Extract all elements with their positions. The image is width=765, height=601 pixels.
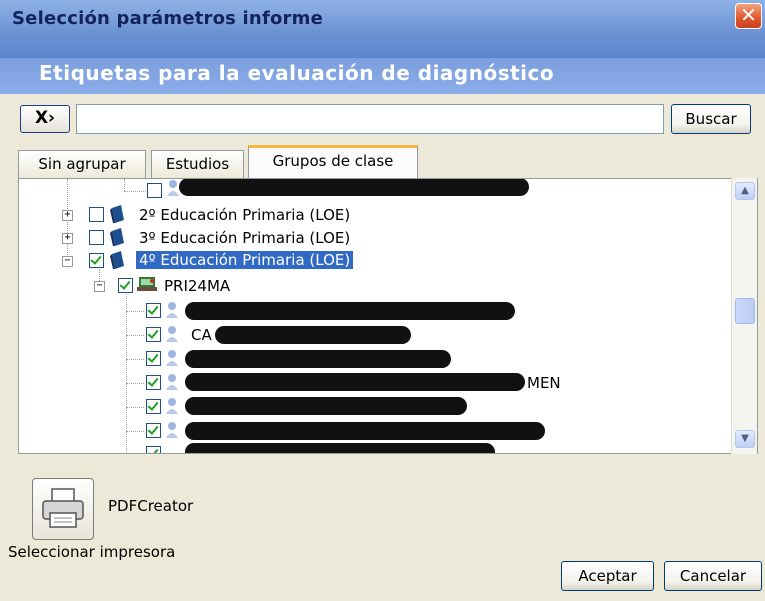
book-icon xyxy=(109,204,125,228)
chevron-down-icon: ▼ xyxy=(741,433,749,444)
tree-item-student[interactable] xyxy=(19,420,729,442)
cancel-button[interactable]: Cancelar xyxy=(664,561,762,591)
tree-checkbox[interactable] xyxy=(146,303,161,318)
tree-item-label: 2º Educación Primaria (LOE) xyxy=(139,206,351,224)
tree-item-pri24ma[interactable]: − PRI24MA xyxy=(19,275,729,297)
close-button[interactable]: ✕ xyxy=(735,3,762,29)
person-icon xyxy=(166,179,180,197)
tab-estudios[interactable]: Estudios xyxy=(151,150,244,178)
tree-item-label: 3º Educación Primaria (LOE) xyxy=(139,229,351,247)
person-icon xyxy=(165,421,179,443)
printer-icon xyxy=(40,487,86,535)
accept-button[interactable]: Aceptar xyxy=(561,561,654,591)
chevron-up-icon: ▲ xyxy=(741,185,749,196)
tree-item-student[interactable] xyxy=(19,396,729,418)
scroll-down-button[interactable]: ▼ xyxy=(735,430,755,448)
scroll-thumb[interactable] xyxy=(735,298,755,324)
tree-checkbox[interactable] xyxy=(89,207,104,222)
tab-grupos-de-clase[interactable]: Grupos de clase xyxy=(248,145,418,178)
class-groups-tree[interactable]: + 2º Educación Primaria (LOE) + 3º Educa… xyxy=(18,178,758,454)
tree-checkbox[interactable] xyxy=(146,375,161,390)
tree-checkbox[interactable] xyxy=(146,327,161,342)
expand-toggle[interactable]: + xyxy=(62,210,73,221)
redacted-name xyxy=(215,326,411,344)
book-icon xyxy=(109,227,125,251)
select-printer-label: Seleccionar impresora xyxy=(8,543,176,561)
tree-item-student[interactable] xyxy=(19,348,729,370)
tree-item-4-primaria[interactable]: − 4º Educación Primaria (LOE) xyxy=(19,250,729,272)
redacted-name xyxy=(185,302,515,320)
tree-checkbox[interactable] xyxy=(118,278,133,293)
collapse-toggle[interactable]: − xyxy=(62,256,73,267)
tree-checkbox[interactable] xyxy=(89,230,104,245)
group-icon xyxy=(137,275,157,297)
select-printer-button[interactable] xyxy=(32,478,94,540)
book-icon xyxy=(109,250,125,274)
dialog-subtitle: Etiquetas para la evaluación de diagnóst… xyxy=(39,61,555,85)
tree-item-student[interactable] xyxy=(19,300,729,322)
tree-item-2-primaria[interactable]: + 2º Educación Primaria (LOE) xyxy=(19,204,729,226)
redacted-name xyxy=(179,179,529,196)
tree-checkbox[interactable] xyxy=(147,183,162,198)
tree-checkbox[interactable] xyxy=(146,423,161,438)
person-icon xyxy=(165,325,179,347)
tree-checkbox[interactable] xyxy=(89,253,104,268)
tree-item-label: CA xyxy=(191,326,212,344)
expand-toggle[interactable]: + xyxy=(62,233,73,244)
window-title-bar[interactable]: Selección parámetros informe ✕ xyxy=(0,0,765,58)
tree-checkbox[interactable] xyxy=(146,399,161,414)
redacted-name xyxy=(185,397,467,415)
person-icon xyxy=(165,349,179,371)
redacted-name xyxy=(185,350,451,368)
tree-item-student[interactable]: MEN xyxy=(19,372,729,394)
printer-name: PDFCreator xyxy=(108,497,194,515)
dialog-header: Etiquetas para la evaluación de diagnóst… xyxy=(0,58,765,94)
tab-sin-agrupar[interactable]: Sin agrupar xyxy=(18,150,146,178)
person-icon xyxy=(165,397,179,419)
tree-checkbox[interactable] xyxy=(146,351,161,366)
collapse-toggle[interactable]: − xyxy=(94,281,105,292)
tree-checkbox[interactable] xyxy=(146,446,161,453)
search-button[interactable]: Buscar xyxy=(671,104,751,134)
clear-search-button[interactable]: X› xyxy=(20,105,70,133)
close-icon: ✕ xyxy=(740,3,757,27)
tree-scrollbar[interactable]: ▲ ▼ xyxy=(731,178,757,454)
tree-item-student[interactable] xyxy=(19,443,729,453)
scroll-up-button[interactable]: ▲ xyxy=(735,182,755,200)
tree-item-student[interactable] xyxy=(19,179,729,203)
redacted-name xyxy=(185,422,545,440)
tree-item-label: MEN xyxy=(527,374,561,392)
redacted-name xyxy=(185,443,495,453)
search-input[interactable] xyxy=(76,104,664,134)
person-icon xyxy=(165,301,179,323)
tree-item-student[interactable]: CA xyxy=(19,324,729,346)
person-icon xyxy=(165,373,179,395)
window-title: Selección parámetros informe xyxy=(12,8,323,29)
tree-item-3-primaria[interactable]: + 3º Educación Primaria (LOE) xyxy=(19,227,729,249)
tree-item-label: 4º Educación Primaria (LOE) xyxy=(134,250,355,270)
tree-item-label: PRI24MA xyxy=(164,277,231,295)
redacted-name xyxy=(185,373,525,391)
